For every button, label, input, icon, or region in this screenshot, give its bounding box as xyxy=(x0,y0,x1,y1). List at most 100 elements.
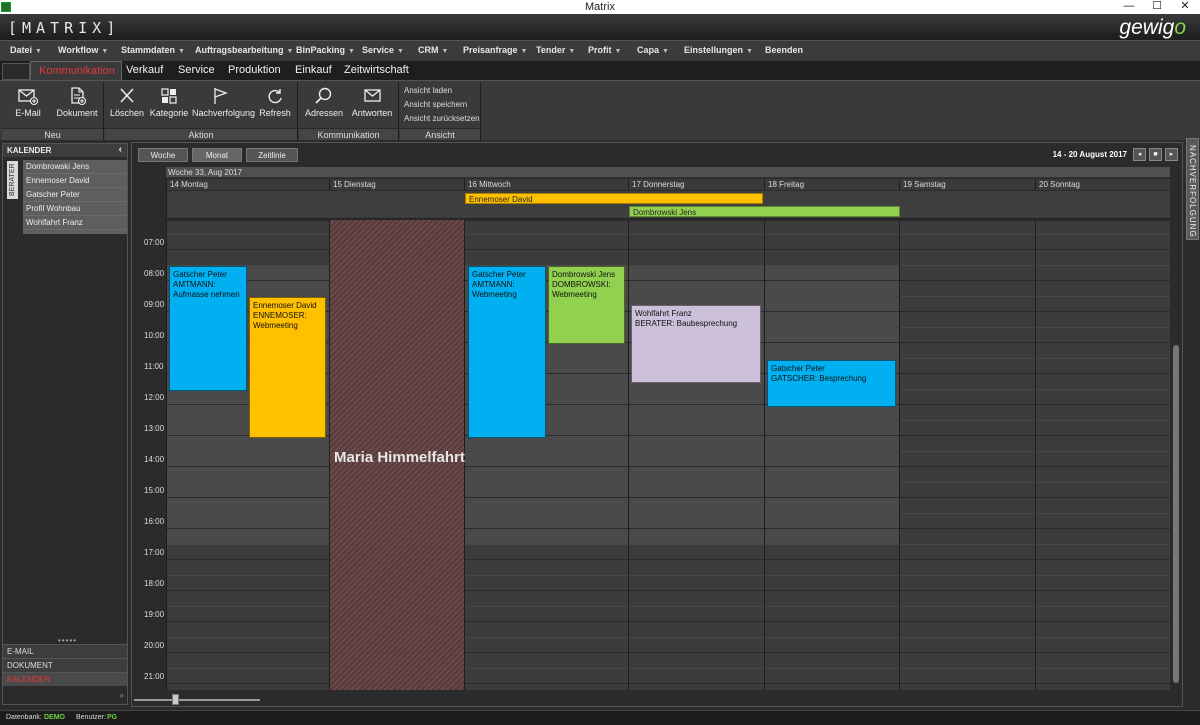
nachverfolgung-button-label: Nachverfolgung xyxy=(192,108,256,118)
hour-label: 14:00 xyxy=(144,455,165,464)
time-grid[interactable]: Maria Himmelfahrt Gatscher Peter AMTMANN… xyxy=(166,220,1170,690)
group-label-neu: Neu xyxy=(2,128,103,140)
berater-item-gatscher[interactable]: Gatscher Peter xyxy=(23,188,127,202)
day-header-wed[interactable]: 16 Mittwoch xyxy=(464,179,628,190)
menu-beenden[interactable]: Beenden xyxy=(765,45,803,55)
close-button[interactable]: ✕ xyxy=(1171,0,1199,14)
grid-line xyxy=(166,482,1170,483)
prev-week-button[interactable]: ◂ xyxy=(1133,148,1146,161)
berater-item-wohlfahrt[interactable]: Wohlfahrt Franz xyxy=(23,216,127,230)
day-header-mon[interactable]: 14 Montag xyxy=(166,179,329,190)
hour-label: 11:00 xyxy=(144,362,164,371)
grid-line xyxy=(166,575,1170,576)
app-window: Matrix — ☐ ✕ [MATRIX] gewigo Datei ▼ Work… xyxy=(0,0,1200,725)
day-header-tue[interactable]: 15 Dienstag xyxy=(329,179,464,190)
expand-chevron-icon[interactable]: » xyxy=(119,690,124,700)
menu-stammdaten[interactable]: Stammdaten ▼ xyxy=(121,45,185,55)
ansicht-speichern-button[interactable]: Ansicht speichern xyxy=(404,100,467,109)
tab-zeitwirtschaft[interactable]: Zeitwirtschaft xyxy=(344,64,409,76)
view-woche-button[interactable]: Woche xyxy=(138,148,188,162)
menu-datei[interactable]: Datei ▼ xyxy=(10,45,42,55)
caret-down-icon: ▼ xyxy=(568,48,576,55)
appointment-card[interactable]: Gatscher Peter GATSCHER: Besprechung xyxy=(767,360,896,407)
calendar-view: Woche Monat Zeitlinie 14 - 20 August 201… xyxy=(131,142,1183,707)
delete-x-icon xyxy=(120,88,134,103)
menu-capa[interactable]: Capa ▼ xyxy=(637,45,669,55)
zoom-slider-track[interactable] xyxy=(134,699,260,701)
nav-dokument[interactable]: DOKUMENT xyxy=(3,658,127,672)
grid-line xyxy=(166,652,1170,653)
tab-verkauf[interactable]: Verkauf xyxy=(126,64,163,76)
appointment-card[interactable]: Gatscher Peter AMTMANN: Aufmasse nehmen xyxy=(169,266,247,391)
quick-access-box[interactable] xyxy=(2,63,30,80)
flag-icon xyxy=(214,88,228,104)
menu-profit[interactable]: Profit ▼ xyxy=(588,45,621,55)
view-monat-button[interactable]: Monat xyxy=(192,148,242,162)
ansicht-laden-button[interactable]: Ansicht laden xyxy=(404,86,452,95)
appointment-card[interactable]: Dombrowski Jens DOMBROWSKI: Webmeeting xyxy=(548,266,625,344)
adressen-button[interactable]: Adressen xyxy=(303,86,345,118)
tab-produktion[interactable]: Produktion xyxy=(228,64,281,76)
tab-einkauf[interactable]: Einkauf xyxy=(295,64,332,76)
collapse-chevron-icon[interactable]: ‹ xyxy=(119,144,122,155)
day-header-sun[interactable]: 20 Sonntag xyxy=(1035,179,1170,190)
berater-item-dombrowski[interactable]: Dombrowski Jens xyxy=(23,160,127,174)
next-week-button[interactable]: ▸ xyxy=(1165,148,1178,161)
hour-label: 18:00 xyxy=(144,579,165,588)
day-header-thu[interactable]: 17 Donnerstag xyxy=(628,179,764,190)
group-label-aktion: Aktion xyxy=(105,128,297,140)
hour-label: 13:00 xyxy=(144,424,165,433)
allday-event-ennemoser[interactable]: Ennemoser David xyxy=(465,193,763,204)
email-button[interactable]: E-Mail xyxy=(12,86,44,118)
loeschen-button[interactable]: Löschen xyxy=(109,86,145,118)
database-label: Datenbank: xyxy=(6,714,42,721)
ansicht-zuruecksetzen-button[interactable]: Ansicht zurücksetzen xyxy=(404,114,480,123)
dokument-button[interactable]: Dokument xyxy=(54,86,100,118)
kategorie-button[interactable]: Kategorie xyxy=(149,86,189,118)
status-bar: Datenbank: DEMO Benutzer: PG xyxy=(0,710,1200,725)
email-button-label: E-Mail xyxy=(15,108,41,118)
view-zeitlinie-button[interactable]: Zeitlinie xyxy=(246,148,298,162)
appointment-card[interactable]: Ennemoser David ENNEMOSER: Webmeeting xyxy=(249,297,326,438)
zoom-slider-thumb[interactable] xyxy=(172,694,179,705)
tab-kommunikation[interactable]: Kommunikation xyxy=(30,61,122,81)
menu-tender[interactable]: Tender ▼ xyxy=(536,45,575,55)
berater-side-tab[interactable]: BERATER xyxy=(7,161,18,199)
nav-email[interactable]: E-MAIL xyxy=(3,644,127,658)
berater-item-profil-wohnbau[interactable]: Profil Wohnbau xyxy=(23,202,127,216)
caret-down-icon: ▼ xyxy=(520,48,528,55)
group-label-kommunikation: Kommunikation xyxy=(299,128,398,140)
day-header-sat[interactable]: 19 Samstag xyxy=(899,179,1035,190)
nachverfolgung-button[interactable]: Nachverfolgung xyxy=(192,86,256,118)
antworten-button[interactable]: Antworten xyxy=(349,86,395,118)
grid-line xyxy=(166,606,1170,607)
scroll-thumb[interactable] xyxy=(1173,345,1179,683)
berater-item-ennemoser[interactable]: Ennemoser David xyxy=(23,174,127,188)
menu-einstellungen[interactable]: Einstellungen ▼ xyxy=(684,45,753,55)
grid-line xyxy=(166,220,1170,221)
hour-label: 17:00 xyxy=(144,548,165,557)
menu-auftragsbearbeitung[interactable]: Auftragsbearbeitung ▼ xyxy=(195,45,293,55)
tab-service[interactable]: Service xyxy=(178,64,215,76)
allday-event-dombrowski[interactable]: Dombrowski Jens xyxy=(629,206,900,217)
menu-workflow[interactable]: Workflow ▼ xyxy=(58,45,108,55)
grid-line xyxy=(166,249,1170,250)
vertical-scrollbar[interactable] xyxy=(1172,220,1180,690)
holiday-label: Maria Himmelfahrt xyxy=(334,449,465,466)
grid-line xyxy=(166,234,1170,235)
nav-kalender[interactable]: KALENDER xyxy=(3,672,127,686)
menu-service[interactable]: Service ▼ xyxy=(362,45,404,55)
refresh-button[interactable]: Refresh xyxy=(255,86,295,118)
minimize-button[interactable]: — xyxy=(1115,0,1143,14)
menu-crm[interactable]: CRM ▼ xyxy=(418,45,448,55)
menu-binpacking[interactable]: BinPacking ▼ xyxy=(296,45,355,55)
today-button[interactable]: ■ xyxy=(1149,148,1162,161)
menu-preisanfrage[interactable]: Preisanfrage ▼ xyxy=(463,45,527,55)
appointment-card[interactable]: Gatscher Peter AMTMANN: Webmeeting xyxy=(468,266,546,438)
maximize-button[interactable]: ☐ xyxy=(1143,0,1171,14)
appointment-card[interactable]: Wohlfahrt Franz BERATER: Baubesprechung xyxy=(631,305,761,383)
nachverfolgung-side-tab[interactable]: NACHVERFOLGUNG xyxy=(1186,138,1199,240)
day-header-fri[interactable]: 18 Freitag xyxy=(764,179,899,190)
appointment-line: Wohlfahrt Franz xyxy=(635,309,692,318)
appointment-line: AMTMANN: xyxy=(472,280,515,289)
